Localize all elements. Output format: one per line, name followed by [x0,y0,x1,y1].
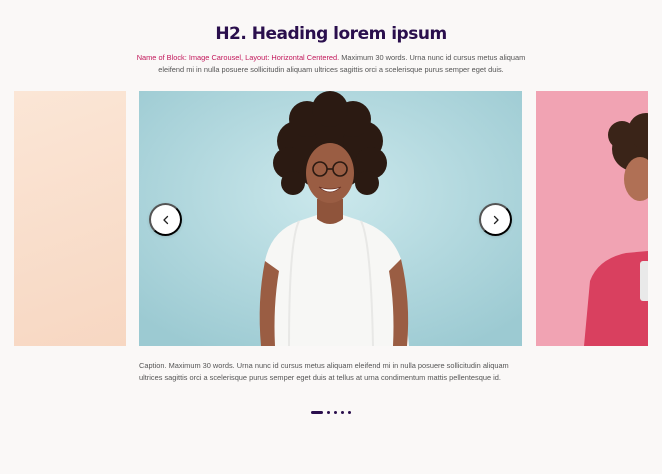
intro-text: Name of Block: Image Carousel, Layout: H… [130,52,532,76]
pagination-dot-5[interactable] [348,410,351,414]
chevron-right-icon [493,215,499,224]
carousel-next-button[interactable] [479,203,512,236]
carousel-prev-button[interactable] [149,203,182,236]
page-title: H2. Heading lorem ipsum [215,24,447,44]
intro-highlight: Name of Block: Image Carousel, Layout: H… [136,53,340,62]
carousel-pagination [311,410,351,414]
slide-photo [139,91,522,346]
chevron-left-icon [162,215,168,224]
slide-photo-next [536,91,648,346]
carousel-slide-next[interactable] [536,91,648,346]
carousel-slide-active [139,91,522,346]
pagination-dot-2[interactable] [327,410,330,414]
pagination-dot-3[interactable] [334,410,337,414]
slide-caption: Caption. Maximum 30 words. Urna nunc id … [139,361,509,382]
pagination-dot-1[interactable] [311,410,323,414]
carousel-slide-previous[interactable] [14,91,126,346]
pagination-dot-4[interactable] [341,410,344,414]
